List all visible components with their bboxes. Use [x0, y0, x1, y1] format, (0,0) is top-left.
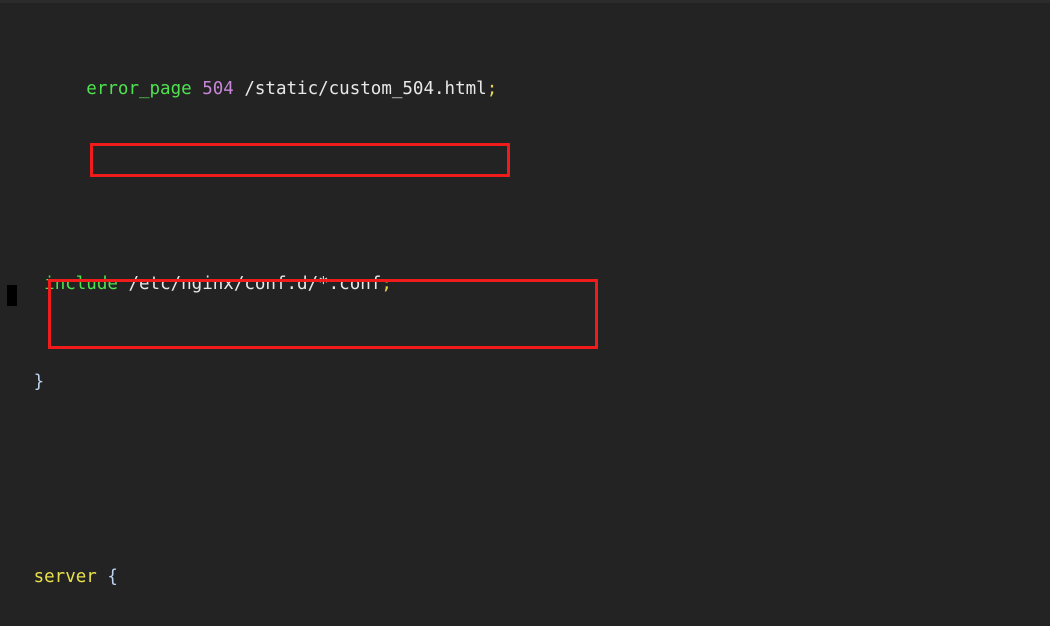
- terminal-screen: error_page 504 /static/custom_504.html; …: [0, 0, 1050, 626]
- code-line-error-page: error_page 504 /static/custom_504.html;: [0, 77, 1050, 101]
- code-line-include: include /etc/nginx/conf.d/*.conf;: [0, 272, 1050, 296]
- closing-brace: }: [33, 372, 45, 393]
- code-line-close-brace: }: [0, 370, 1050, 394]
- keyword-server: server: [33, 567, 97, 588]
- code-line-blank-2: [0, 468, 1050, 492]
- directive-error-page: error_page: [86, 79, 192, 100]
- code-line-server-block: server {: [0, 565, 1050, 589]
- text-cursor: [7, 285, 17, 306]
- path-custom-504: /static/custom_504.html: [244, 79, 487, 100]
- vim-buffer[interactable]: error_page 504 /static/custom_504.html; …: [0, 4, 1050, 626]
- semicolon: ;: [381, 274, 392, 295]
- opening-brace: {: [107, 567, 118, 588]
- code-line-blank-1: [0, 175, 1050, 199]
- directive-include: include: [44, 274, 118, 295]
- semicolon: ;: [486, 79, 498, 100]
- value-504: 504: [202, 79, 234, 100]
- path-confd: /etc/nginx/conf.d/*.conf: [128, 274, 382, 295]
- terminal-top-edge: [0, 0, 1050, 3]
